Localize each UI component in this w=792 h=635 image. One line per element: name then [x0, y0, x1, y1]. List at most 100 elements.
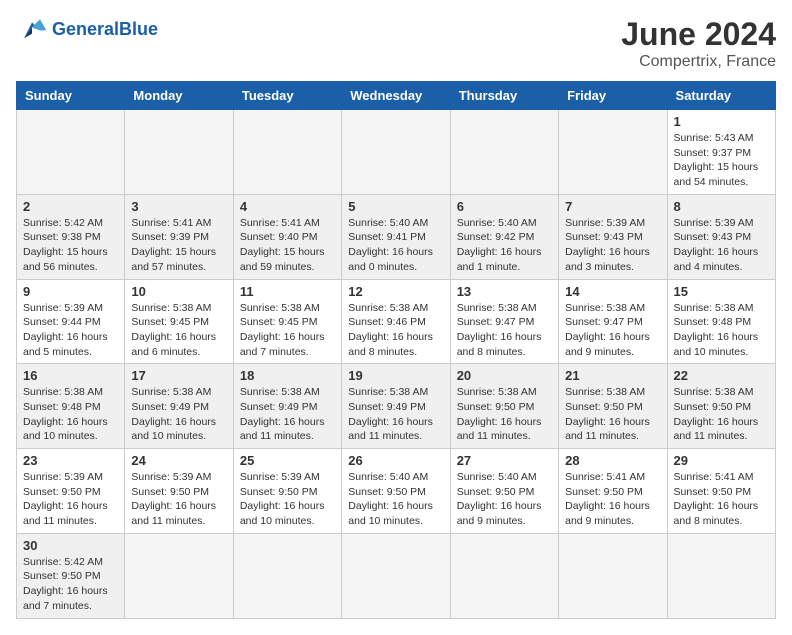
day-number: 26 — [348, 453, 443, 468]
day-number: 14 — [565, 284, 660, 299]
month-title: June 2024 — [621, 16, 776, 53]
day-number: 8 — [674, 199, 769, 214]
day-info: Sunrise: 5:38 AM Sunset: 9:50 PM Dayligh… — [674, 385, 769, 444]
table-row: 18Sunrise: 5:38 AM Sunset: 9:49 PM Dayli… — [233, 364, 341, 449]
day-info: Sunrise: 5:38 AM Sunset: 9:48 PM Dayligh… — [23, 385, 118, 444]
day-number: 9 — [23, 284, 118, 299]
table-row: 8Sunrise: 5:39 AM Sunset: 9:43 PM Daylig… — [667, 194, 775, 279]
table-row — [125, 110, 233, 195]
table-row: 13 Sunrise: 5:38 AM Sunset: 9:47 PM Dayli… — [450, 279, 558, 364]
table-row — [450, 533, 558, 618]
day-number: 27 — [457, 453, 552, 468]
day-number: 2 — [23, 199, 118, 214]
table-row — [559, 110, 667, 195]
title-area: June 2024 Compertrix, France — [621, 16, 776, 71]
day-info: Sunrise: 5:42 AM Sunset: 9:50 PM Dayligh… — [23, 555, 118, 614]
header-sunday: Sunday — [17, 82, 125, 110]
day-number: 12 — [348, 284, 443, 299]
table-row: 30 Sunrise: 5:42 AM Sunset: 9:50 PM Dayli… — [17, 533, 125, 618]
day-info: Sunrise: 5:41 AM Sunset: 9:50 PM Dayligh… — [565, 470, 660, 529]
day-number: 13 — [457, 284, 552, 299]
table-row: 2 Sunrise: 5:42 AM Sunset: 9:38 PM Daylig… — [17, 194, 125, 279]
header-monday: Monday — [125, 82, 233, 110]
table-row: 24 Sunrise: 5:39 AM Sunset: 9:50 PM Dayli… — [125, 449, 233, 534]
day-number: 18 — [240, 368, 335, 383]
table-row: 19 Sunrise: 5:38 AM Sunset: 9:49 PM Dayli… — [342, 364, 450, 449]
logo-general: General — [52, 19, 119, 39]
day-number: 24 — [131, 453, 226, 468]
day-number: 11 — [240, 284, 335, 299]
day-number: 23 — [23, 453, 118, 468]
table-row — [125, 533, 233, 618]
day-info: Sunrise: 5:40 AM Sunset: 9:50 PM Dayligh… — [457, 470, 552, 529]
day-info: Sunrise: 5:41 AM Sunset: 9:50 PM Dayligh… — [674, 470, 769, 529]
day-info: Sunrise: 5:38 AM Sunset: 9:50 PM Dayligh… — [457, 385, 552, 444]
day-number: 15 — [674, 284, 769, 299]
day-info: Sunrise: 5:38 AM Sunset: 9:49 PM Dayligh… — [348, 385, 443, 444]
day-info: Sunrise: 5:39 AM Sunset: 9:50 PM Dayligh… — [131, 470, 226, 529]
table-row: 16 Sunrise: 5:38 AM Sunset: 9:48 PM Dayli… — [17, 364, 125, 449]
day-info: Sunrise: 5:39 AM Sunset: 9:44 PM Dayligh… — [23, 301, 118, 360]
calendar-table: Sunday Monday Tuesday Wednesday Thursday… — [16, 81, 776, 619]
day-number: 30 — [23, 538, 118, 553]
table-row — [667, 533, 775, 618]
day-number: 3 — [131, 199, 226, 214]
table-row: 15 Sunrise: 5:38 AM Sunset: 9:48 PM Dayli… — [667, 279, 775, 364]
day-info: Sunrise: 5:38 AM Sunset: 9:45 PM Dayligh… — [131, 301, 226, 360]
table-row — [342, 110, 450, 195]
day-number: 22 — [674, 368, 769, 383]
day-number: 1 — [674, 114, 769, 129]
table-row — [233, 110, 341, 195]
day-info: Sunrise: 5:38 AM Sunset: 9:47 PM Dayligh… — [457, 301, 552, 360]
table-row: 6 Sunrise: 5:40 AM Sunset: 9:42 PM Daylig… — [450, 194, 558, 279]
day-info: Sunrise: 5:41 AM Sunset: 9:39 PM Dayligh… — [131, 216, 226, 275]
day-number: 6 — [457, 199, 552, 214]
calendar-week-row: 23 Sunrise: 5:39 AM Sunset: 9:50 PM Dayli… — [17, 449, 776, 534]
table-row: 27 Sunrise: 5:40 AM Sunset: 9:50 PM Dayli… — [450, 449, 558, 534]
day-number: 19 — [348, 368, 443, 383]
day-number: 16 — [23, 368, 118, 383]
calendar-week-row: 9 Sunrise: 5:39 AM Sunset: 9:44 PM Daylig… — [17, 279, 776, 364]
calendar-week-row: 1 Sunrise: 5:43 AM Sunset: 9:37 PM Daylig… — [17, 110, 776, 195]
table-row — [17, 110, 125, 195]
day-number: 21 — [565, 368, 660, 383]
day-number: 28 — [565, 453, 660, 468]
table-row — [233, 533, 341, 618]
table-row: 4Sunrise: 5:41 AM Sunset: 9:40 PM Daylig… — [233, 194, 341, 279]
day-info: Sunrise: 5:40 AM Sunset: 9:42 PM Dayligh… — [457, 216, 552, 275]
day-info: Sunrise: 5:40 AM Sunset: 9:50 PM Dayligh… — [348, 470, 443, 529]
logo-text: GeneralBlue — [52, 20, 158, 40]
day-info: Sunrise: 5:38 AM Sunset: 9:47 PM Dayligh… — [565, 301, 660, 360]
table-row: 29 Sunrise: 5:41 AM Sunset: 9:50 PM Dayli… — [667, 449, 775, 534]
day-info: Sunrise: 5:40 AM Sunset: 9:41 PM Dayligh… — [348, 216, 443, 275]
day-number: 7 — [565, 199, 660, 214]
header-friday: Friday — [559, 82, 667, 110]
day-number: 29 — [674, 453, 769, 468]
calendar-header-row: Sunday Monday Tuesday Wednesday Thursday… — [17, 82, 776, 110]
logo-icon — [16, 16, 48, 44]
day-info: Sunrise: 5:38 AM Sunset: 9:45 PM Dayligh… — [240, 301, 335, 360]
logo: GeneralBlue — [16, 16, 158, 44]
table-row: 28 Sunrise: 5:41 AM Sunset: 9:50 PM Dayli… — [559, 449, 667, 534]
day-number: 10 — [131, 284, 226, 299]
day-info: Sunrise: 5:38 AM Sunset: 9:48 PM Dayligh… — [674, 301, 769, 360]
table-row: 23Sunrise: 5:39 AM Sunset: 9:50 PM Dayli… — [17, 449, 125, 534]
table-row: 10 Sunrise: 5:38 AM Sunset: 9:45 PM Dayli… — [125, 279, 233, 364]
header: GeneralBlue June 2024 Compertrix, France — [16, 16, 776, 71]
location-title: Compertrix, France — [621, 53, 776, 71]
day-info: Sunrise: 5:42 AM Sunset: 9:38 PM Dayligh… — [23, 216, 118, 275]
day-info: Sunrise: 5:38 AM Sunset: 9:46 PM Dayligh… — [348, 301, 443, 360]
day-info: Sunrise: 5:39 AM Sunset: 9:43 PM Dayligh… — [565, 216, 660, 275]
table-row: 3 Sunrise: 5:41 AM Sunset: 9:39 PM Daylig… — [125, 194, 233, 279]
table-row: 5Sunrise: 5:40 AM Sunset: 9:41 PM Daylig… — [342, 194, 450, 279]
day-info: Sunrise: 5:39 AM Sunset: 9:50 PM Dayligh… — [240, 470, 335, 529]
day-number: 4 — [240, 199, 335, 214]
table-row: 22 Sunrise: 5:38 AM Sunset: 9:50 PM Dayli… — [667, 364, 775, 449]
day-info: Sunrise: 5:43 AM Sunset: 9:37 PM Dayligh… — [674, 131, 769, 190]
table-row: 1 Sunrise: 5:43 AM Sunset: 9:37 PM Daylig… — [667, 110, 775, 195]
calendar-week-row: 30 Sunrise: 5:42 AM Sunset: 9:50 PM Dayli… — [17, 533, 776, 618]
table-row: 11 Sunrise: 5:38 AM Sunset: 9:45 PM Dayli… — [233, 279, 341, 364]
calendar-week-row: 2 Sunrise: 5:42 AM Sunset: 9:38 PM Daylig… — [17, 194, 776, 279]
table-row — [450, 110, 558, 195]
table-row: 12 Sunrise: 5:38 AM Sunset: 9:46 PM Dayli… — [342, 279, 450, 364]
